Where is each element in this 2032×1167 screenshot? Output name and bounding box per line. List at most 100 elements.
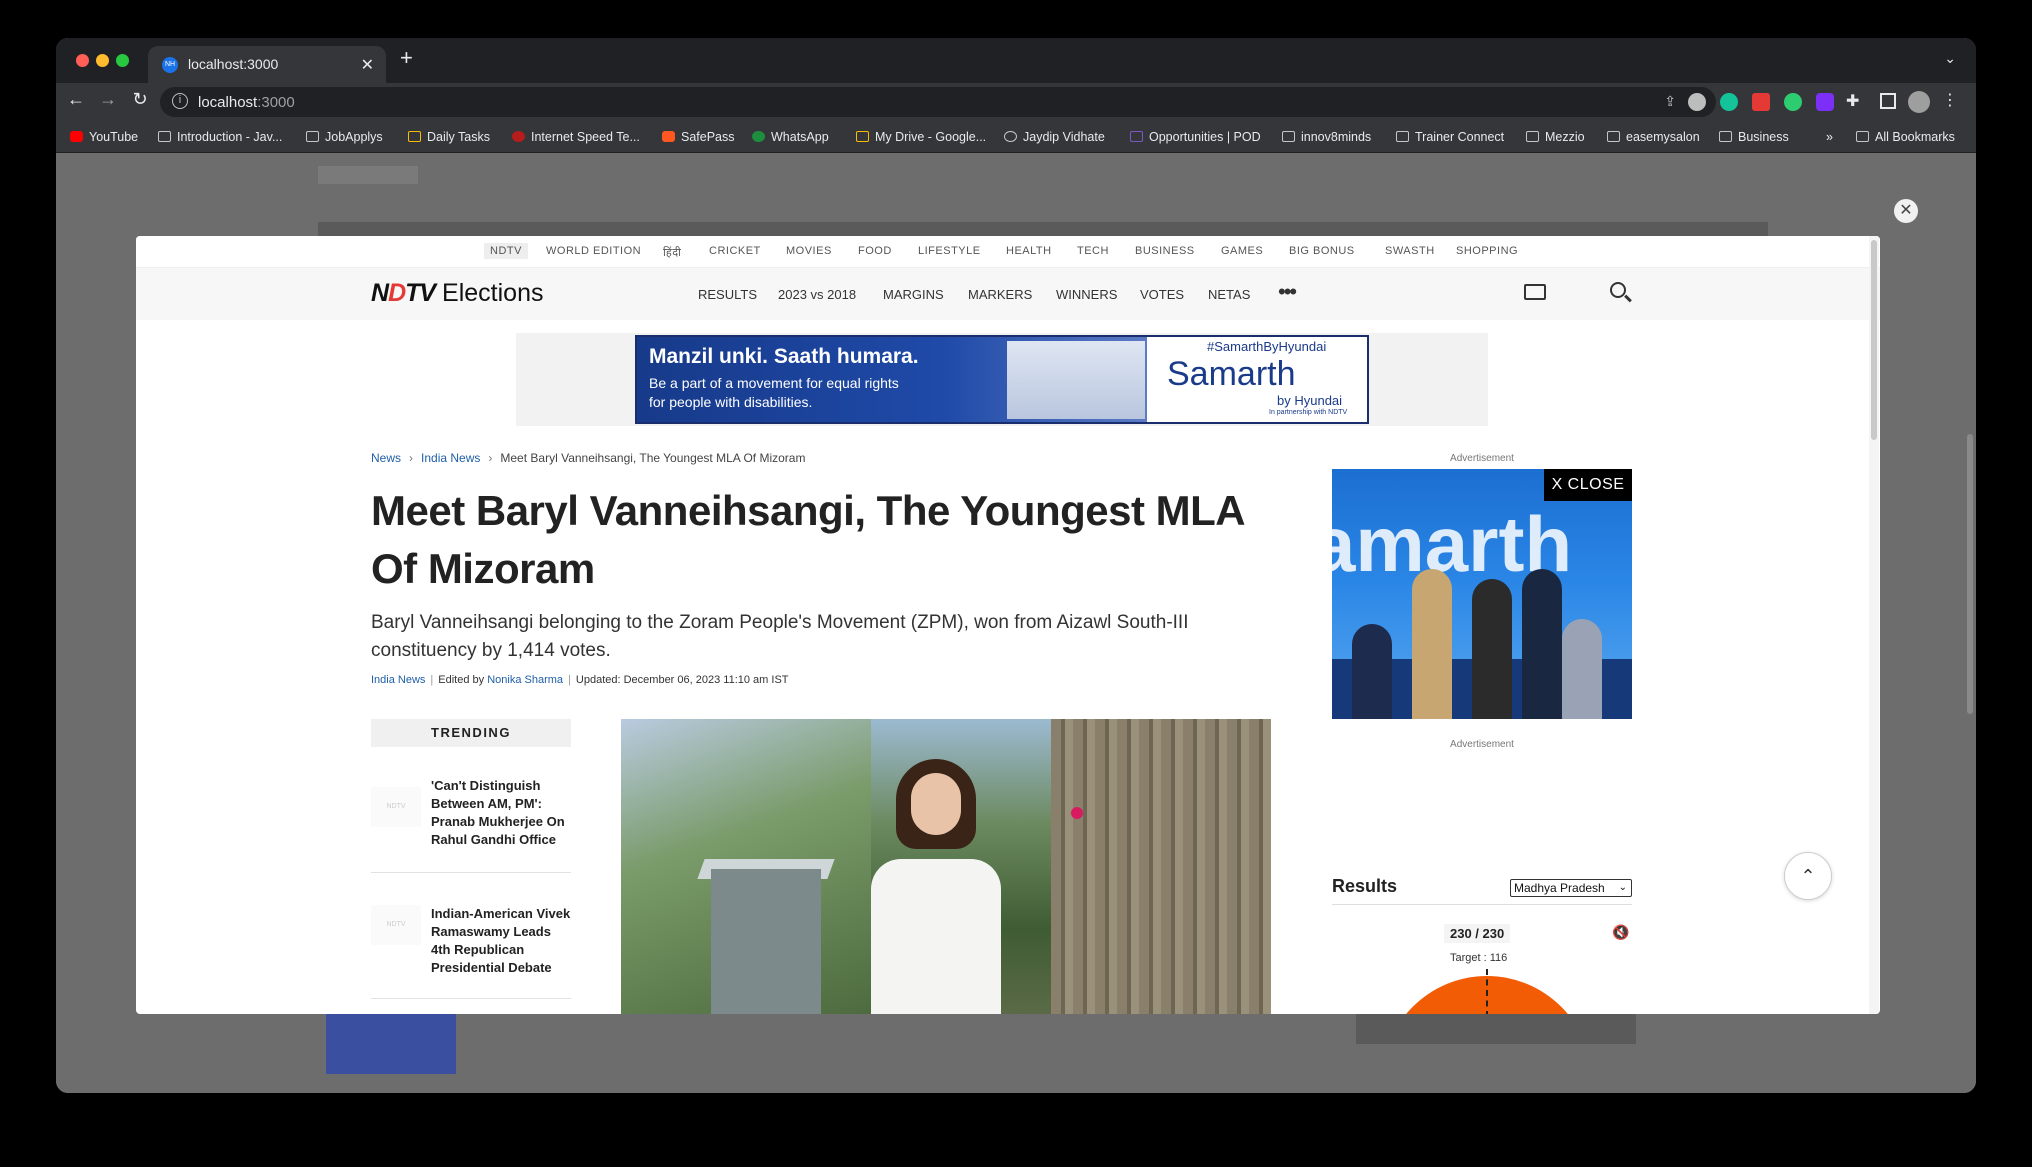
tab-search-chevron-icon[interactable]: ⌄ — [1944, 50, 1956, 67]
article-headline: Meet Baryl Vanneihsangi, The Youngest ML… — [371, 487, 1244, 592]
address-bar[interactable]: i localhost:3000 ⇪ ★ — [160, 87, 1716, 117]
forward-arrow-icon[interactable]: → — [96, 89, 120, 110]
topnav-movies[interactable]: MOVIES — [786, 245, 832, 257]
article-byline: India News | Edited by Nonika Sharma | Updat… — [371, 674, 789, 686]
nav-results[interactable]: RESULTS — [698, 287, 757, 302]
topnav-world-edition[interactable]: WORLD EDITION — [546, 245, 641, 257]
bookmark-trainer-connect[interactable]: Trainer Connect — [1396, 130, 1504, 144]
trending-item[interactable]: NDTV Indian-American Vivek Ramaswamy Lea… — [371, 873, 571, 999]
hero-face — [911, 773, 961, 835]
extension-red-icon[interactable] — [1752, 93, 1770, 111]
ad-person — [1522, 569, 1562, 719]
reload-icon[interactable]: ↻ — [128, 89, 152, 110]
new-tab-icon[interactable]: + — [400, 47, 413, 69]
browser-tab[interactable]: NH localhost:3000 ✕ — [148, 46, 386, 83]
modal-close-icon[interactable]: ✕ — [1894, 199, 1918, 223]
state-select[interactable]: Madhya Pradesh ⌄ — [1510, 879, 1632, 897]
profile-avatar[interactable] — [1908, 91, 1930, 113]
folder-icon — [1282, 131, 1295, 142]
bookmark-my-drive[interactable]: My Drive - Google... — [856, 130, 986, 144]
page-scrollbar[interactable] — [1964, 154, 1976, 1093]
bookmark-whatsapp[interactable]: WhatsApp — [752, 130, 829, 144]
live-tv-icon[interactable] — [1524, 284, 1546, 300]
browser-window: NH localhost:3000 ✕ + ⌄ ← → ↻ i localhos… — [56, 38, 1976, 1093]
topnav-big-bonus[interactable]: BIG BONUS — [1289, 245, 1355, 257]
nav-margins[interactable]: MARGINS — [883, 287, 944, 302]
bookmark-innov8minds[interactable]: innov8minds — [1282, 130, 1371, 144]
breadcrumb: News › India News › Meet Baryl Vanneihsangi,… — [371, 451, 805, 465]
bookmark-jaydip[interactable]: Jaydip Vidhate — [1004, 130, 1105, 144]
all-bookmarks-button[interactable]: All Bookmarks — [1856, 130, 1955, 144]
nav-netas[interactable]: NETAS — [1208, 287, 1250, 302]
banner-ad-slot: Manzil unki. Saath humara. Be a part of … — [516, 333, 1488, 426]
browser-toolbar: ← → ↻ i localhost:3000 ⇪ ★ ✚ ⋮ — [56, 83, 1976, 121]
maximize-window-button[interactable] — [116, 54, 129, 67]
bookmark-safepass[interactable]: SafePass — [662, 130, 735, 144]
extension-purple-icon[interactable] — [1816, 93, 1834, 111]
bookmark-internet-speed[interactable]: Internet Speed Te... — [512, 130, 640, 144]
share-icon[interactable]: ⇪ — [1664, 93, 1676, 110]
sidebar-video-ad[interactable]: amarth X CLOSE — [1332, 469, 1632, 719]
ad-close-button[interactable]: X CLOSE — [1544, 469, 1632, 501]
mute-icon[interactable]: 🔇 — [1612, 924, 1629, 940]
topnav-food[interactable]: FOOD — [858, 245, 892, 257]
scroll-to-top-button[interactable]: ⌃ — [1784, 852, 1832, 900]
trending-title[interactable]: 'Can't Distinguish Between AM, PM': Pran… — [431, 777, 571, 849]
extension-green-circle-icon[interactable] — [1784, 93, 1802, 111]
byline-editor[interactable]: Nonika Sharma — [487, 674, 563, 686]
topnav-games[interactable]: GAMES — [1221, 245, 1263, 257]
browser-menu-icon[interactable]: ⋮ — [1942, 90, 1958, 110]
close-window-button[interactable] — [76, 54, 89, 67]
tab-close-icon[interactable]: ✕ — [361, 55, 374, 75]
topnav-tech[interactable]: TECH — [1077, 245, 1109, 257]
extension-abp-icon[interactable] — [1688, 93, 1706, 111]
more-dots-icon[interactable]: ••• — [1278, 279, 1297, 305]
bookmarks-overflow-chevron[interactable]: » — [1826, 130, 1833, 144]
banner-line-2: for people with disabilities. — [649, 394, 813, 410]
bookmark-youtube[interactable]: YouTube — [70, 130, 138, 144]
url-text[interactable]: localhost:3000 — [198, 94, 295, 111]
bookmark-jobapplys[interactable]: JobApplys — [306, 130, 383, 144]
breadcrumb-india-news[interactable]: India News — [421, 451, 480, 465]
side-panel-icon[interactable] — [1880, 93, 1896, 109]
topnav-lifestyle[interactable]: LIFESTYLE — [918, 245, 981, 257]
topnav-health[interactable]: HEALTH — [1006, 245, 1052, 257]
nav-winners[interactable]: WINNERS — [1056, 287, 1117, 302]
ndtv-elections-logo[interactable]: NDTV Elections — [371, 279, 543, 308]
site-info-icon[interactable]: i — [172, 93, 188, 109]
bookmark-easemysalon[interactable]: easemysalon — [1607, 130, 1700, 144]
google-drive-icon — [856, 131, 869, 142]
bookmark-opportunities[interactable]: Opportunities | POD — [1130, 130, 1261, 144]
bookmark-daily-tasks[interactable]: Daily Tasks — [408, 130, 490, 144]
topnav-shopping[interactable]: SHOPPING — [1456, 245, 1518, 257]
byline-updated: Updated: December 06, 2023 11:10 am IST — [575, 674, 789, 686]
extensions-puzzle-icon[interactable]: ✚ — [1846, 91, 1859, 111]
ndtv-favicon-icon: NH — [162, 57, 178, 73]
modal-scrollbar[interactable] — [1869, 236, 1879, 1014]
bookmark-introduction[interactable]: Introduction - Jav... — [158, 130, 282, 144]
top-nav: NDTV WORLD EDITION हिंदी CRICKET MOVIES … — [136, 236, 1880, 268]
nav-votes[interactable]: VOTES — [1140, 287, 1184, 302]
topnav-business[interactable]: BUSINESS — [1135, 245, 1195, 257]
modal-scroll-thumb[interactable] — [1871, 240, 1877, 440]
byline-category[interactable]: India News — [371, 674, 425, 686]
trending-title[interactable]: Indian-American Vivek Ramaswamy Leads 4t… — [431, 905, 571, 977]
nav-markers[interactable]: MARKERS — [968, 287, 1032, 302]
nav-2023-vs-2018[interactable]: 2023 vs 2018 — [778, 287, 856, 302]
minimize-window-button[interactable] — [96, 54, 109, 67]
extension-grammarly-icon[interactable] — [1720, 93, 1738, 111]
samarth-banner-ad[interactable]: Manzil unki. Saath humara. Be a part of … — [635, 335, 1369, 424]
page-scroll-thumb[interactable] — [1967, 434, 1973, 714]
topnav-ndtv[interactable]: NDTV — [484, 243, 528, 259]
topnav-swasth[interactable]: SWASTH — [1385, 245, 1435, 257]
trending-item[interactable]: NDTV 'Can't Distinguish Between AM, PM':… — [371, 747, 571, 873]
topnav-cricket[interactable]: CRICKET — [709, 245, 761, 257]
bookmark-mezzio[interactable]: Mezzio — [1526, 130, 1585, 144]
back-arrow-icon[interactable]: ← — [64, 89, 88, 110]
search-icon[interactable] — [1610, 282, 1626, 298]
bookmark-business[interactable]: Business — [1719, 130, 1789, 144]
breadcrumb-news[interactable]: News — [371, 451, 401, 465]
topnav-hindi[interactable]: हिंदी — [663, 245, 681, 260]
screen: NH localhost:3000 ✕ + ⌄ ← → ↻ i localhos… — [0, 0, 2032, 1167]
chevron-right-icon: › — [409, 451, 414, 465]
